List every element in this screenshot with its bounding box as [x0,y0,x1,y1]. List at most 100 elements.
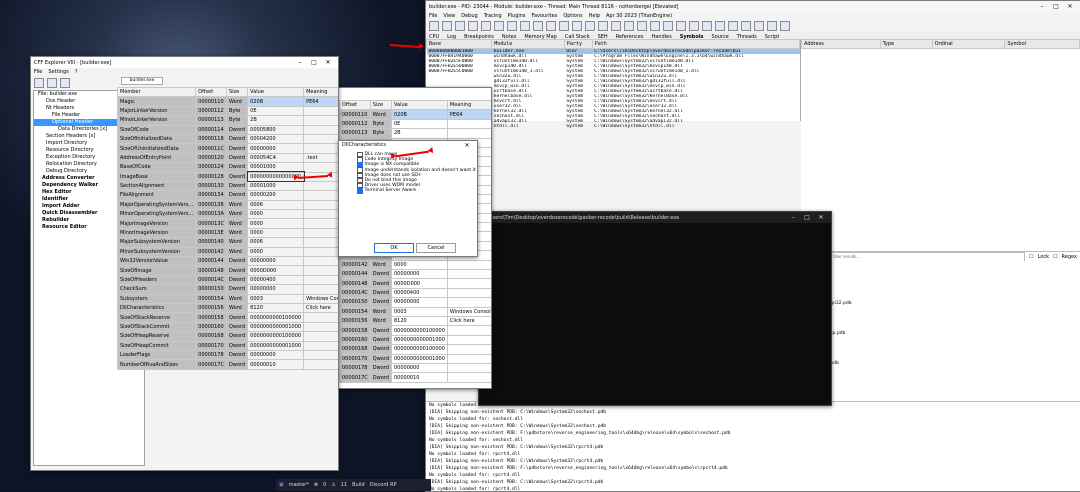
build-button[interactable]: Build [352,482,365,488]
column-header[interactable]: Address [801,38,881,50]
menu-item[interactable]: File [429,13,437,19]
column-header[interactable]: Base [426,38,493,50]
table-cell[interactable]: 00000400 [247,274,305,286]
menu-item[interactable]: View [443,13,455,19]
table-cell[interactable]: 0000 [247,227,305,239]
toolbar-icon[interactable] [715,21,725,31]
close-button[interactable]: ✕ [1063,3,1077,10]
table-row[interactable]: 00000154 Word 0003 Windows Console [339,306,491,318]
toolbar-icon[interactable] [663,21,673,31]
table-row[interactable]: 00000144 Dword 00000000 [339,269,491,280]
table-row[interactable]: NumberOfRvaAndSizes 0000017C Dword 00000010 [116,359,338,370]
toolbar-icon[interactable] [767,21,777,31]
table-cell[interactable]: 0000000000100000 [247,312,305,323]
toolbar-icon[interactable] [468,21,478,31]
file-tab[interactable]: builder.exe [121,77,163,85]
menu-item[interactable]: Apr 30 2023 (TitanEngine) [606,13,672,19]
close-button[interactable]: ✕ [814,214,828,221]
column-header[interactable]: Member [116,86,197,98]
table-cell[interactable]: 020B [247,96,305,107]
cancel-button[interactable]: Cancel [416,243,456,253]
table-cell[interactable]: 00001000 [247,180,305,192]
toolbar-icon[interactable] [559,21,569,31]
table-row[interactable]: 00000110 Word 020B PE64 [339,109,491,120]
table-cell[interactable]: 00000000 [247,256,305,267]
toolbar-icon[interactable] [728,21,738,31]
toolbar-icon[interactable] [585,21,595,31]
toolbar-icon[interactable] [533,21,543,31]
table-cell[interactable]: 0000D000 [247,265,305,276]
toolbar-icon[interactable] [481,21,491,31]
toolbar-icon[interactable] [520,21,530,31]
table-row[interactable]: 00000178 Dword 00000000 [339,362,491,374]
table-row[interactable]: 00000158 Qword 0000000000100000 [339,325,491,336]
table-row[interactable]: SizeOfInitializedData 00000118 Dword 000042… [116,133,338,145]
table-cell[interactable]: 0000000000001000 [247,340,305,351]
minimize-button[interactable]: – [786,214,800,221]
table-cell[interactable]: 8120 [247,302,305,314]
menu-item[interactable]: Settings [48,69,69,75]
table-row[interactable]: 00000148 Dword 0000D000 [339,278,491,289]
column-header[interactable]: Type [879,38,933,50]
git-branch[interactable]: master* [289,482,309,488]
column-header[interactable]: Meaning [446,99,491,111]
toolbar-icon[interactable] [780,21,790,31]
table-row[interactable]: SizeOfUninitializedData 0000011C Dword 0000… [116,143,338,154]
column-header[interactable]: Ordinal [931,38,1006,50]
menu-item[interactable]: Help [589,13,600,19]
toolbar-icon[interactable] [572,21,582,31]
table-cell[interactable]: 00000000 [247,143,305,154]
table-cell[interactable]: 00005800 [247,124,305,135]
table-row[interactable]: FileAlignment 00000134 Dword 00000200 [116,190,338,201]
column-header[interactable]: Value [247,86,305,98]
table-row[interactable]: AddressOfEntryPoint 00000120 Dword 000054C4… [116,152,338,164]
column-header[interactable]: Meaning [303,86,338,98]
toolbar-icon[interactable] [754,21,764,31]
table-row[interactable]: DllCharacteristics 00000156 Word 8120 Click … [116,302,338,314]
table-cell[interactable]: 0000000000100000 [247,331,305,342]
table-row[interactable]: SizeOfStackCommit 00000160 Qword 0000000000… [116,321,338,333]
table-row[interactable]: MajorLinkerVersion 00000112 Byte 0E [116,105,338,117]
table-cell[interactable]: 00000200 [247,190,305,201]
table-row[interactable]: CheckSum 00000150 Dword 00000000 [116,284,338,295]
table-row[interactable]: SizeOfHeapCommit 00000170 Qword 00000000000… [116,340,338,351]
cube-icon[interactable] [60,78,70,88]
toolbar-icon[interactable] [624,21,634,31]
table-row[interactable]: SizeOfCode 00000114 Dword 00005800 [116,124,338,135]
table-row[interactable]: SizeOfImage 00000148 Dword 0000D000 [116,265,338,276]
table-row[interactable]: MajorImageVersion 0000013C Word 0000 [116,218,338,229]
table-cell[interactable]: 0000000000001000 [247,321,305,333]
minimize-button[interactable]: – [1035,3,1049,10]
menu-item[interactable]: Debug [461,13,477,19]
checkbox[interactable] [357,188,363,194]
toolbar-icon[interactable] [598,21,608,31]
table-row[interactable]: Magic 00000110 Word 020B PE64 [116,96,338,107]
table-row[interactable]: 00000150 Dword 00000000 [339,297,491,308]
table-cell[interactable]: 0000 [247,209,305,220]
table-row[interactable]: 00000113 Byte 2B [339,128,491,139]
toolbar-icon[interactable] [546,21,556,31]
table-row[interactable]: SizeOfStackReserve 00000158 Qword 000000000… [116,312,338,323]
table-row[interactable]: 0000017C Dword 00000010 [339,372,491,383]
table-row[interactable]: 00000160 Qword 0000000000001000 [339,334,491,346]
column-header[interactable]: Offset [339,99,371,111]
table-row[interactable]: MinorLinkerVersion 00000113 Byte 2B [116,115,338,126]
table-row[interactable]: Subsystem00000154Word0003Windows Console [116,293,338,305]
table-row[interactable]: 00000112 Byte 0E [339,118,491,130]
table-row[interactable]: Win32VersionValue 00000144 Dword 00000000 [116,256,338,267]
maximize-button[interactable]: □ [1049,3,1063,10]
table-row[interactable]: SizeOfHeapReserve 00000168 Qword 0000000000… [116,331,338,342]
table-row[interactable]: 0000014C Dword 00000400 [339,287,491,299]
column-header[interactable]: Value [391,99,448,111]
table-cell[interactable]: 0006 [247,199,305,211]
toolbar-icon[interactable] [494,21,504,31]
save-icon[interactable] [47,78,57,88]
column-header[interactable]: Size [225,86,249,98]
table-cell[interactable]: 2B [247,115,305,126]
table-row[interactable]: 00000170 Qword 0000000000001000 [339,353,491,364]
table-row[interactable]: 00000142 Word 0000 [339,259,491,271]
table-cell[interactable]: 0003 [247,293,305,305]
toolbar-icon[interactable] [689,21,699,31]
table-cell[interactable]: 00000000 [247,349,305,361]
toolbar-icon[interactable] [676,21,686,31]
